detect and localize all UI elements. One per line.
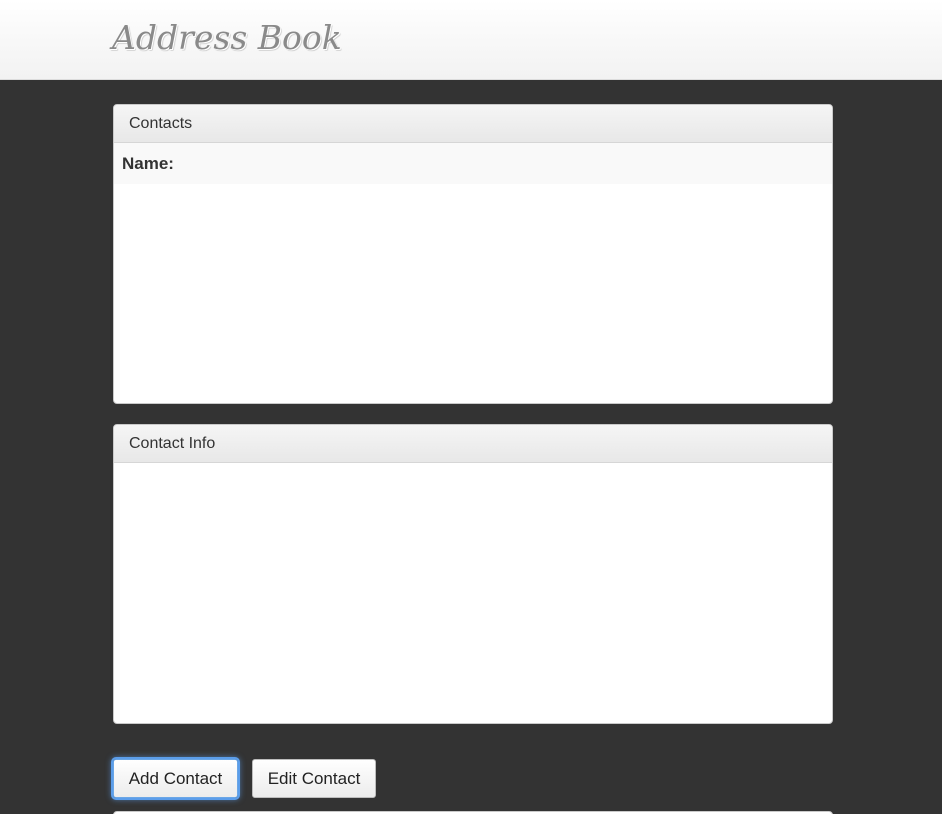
add-contact-button[interactable]: Add Contact bbox=[113, 759, 238, 798]
contact-info-panel-heading: Contact Info bbox=[114, 425, 832, 463]
contact-info-panel: Contact Info bbox=[113, 424, 833, 724]
edit-contact-button[interactable]: Edit Contact bbox=[252, 759, 376, 798]
app-header: Address Book bbox=[0, 0, 942, 80]
contact-info-body bbox=[114, 463, 832, 723]
app-title: Address Book bbox=[112, 18, 342, 57]
contacts-list[interactable] bbox=[114, 184, 832, 403]
contacts-panel: Contacts Name: bbox=[113, 104, 833, 404]
name-column-header: Name: bbox=[114, 143, 832, 184]
contacts-panel-heading: Contacts bbox=[114, 105, 832, 143]
